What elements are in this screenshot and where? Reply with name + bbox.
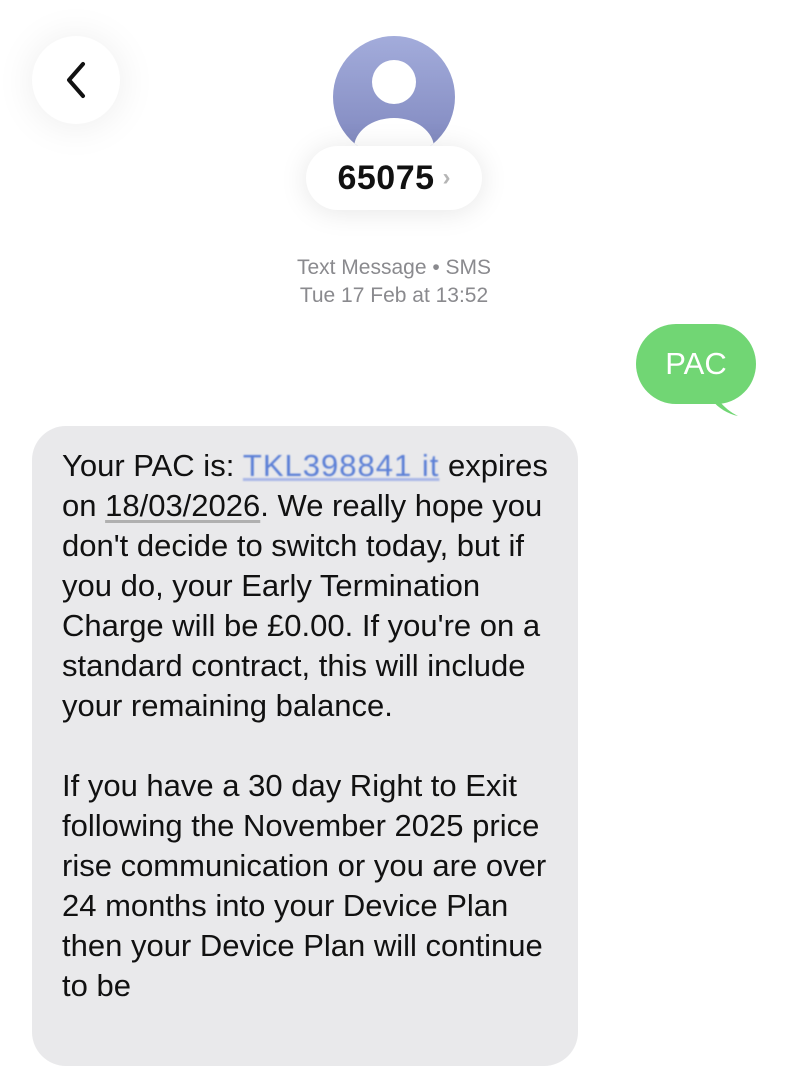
message-type-label: Text Message • SMS — [296, 256, 492, 279]
contact-name-button[interactable]: 65075 › — [306, 146, 482, 210]
date-link[interactable]: 18/03/2026 — [105, 488, 260, 523]
contact-name: 65075 — [337, 158, 435, 197]
chevron-right-icon: › — [442, 164, 451, 191]
back-button[interactable] — [32, 36, 120, 124]
contact-avatar[interactable] — [333, 36, 455, 158]
person-icon — [354, 60, 434, 158]
message-timestamp: Tue 17 Feb at 13:52 — [299, 284, 489, 307]
bubble-tail — [708, 378, 738, 416]
chevron-left-icon — [67, 62, 85, 98]
pac-code-link[interactable]: TKL398841 it — [243, 448, 439, 483]
sent-message-text: PAC — [665, 346, 727, 381]
message-paragraph-2: If you have a 30 day Right to Exit follo… — [62, 768, 547, 1003]
received-message-text: Your PAC is: TKL398841 it expires on 18/… — [62, 446, 562, 1046]
message-paragraph-1: Your PAC is: TKL398841 it expires on 18/… — [62, 448, 548, 723]
